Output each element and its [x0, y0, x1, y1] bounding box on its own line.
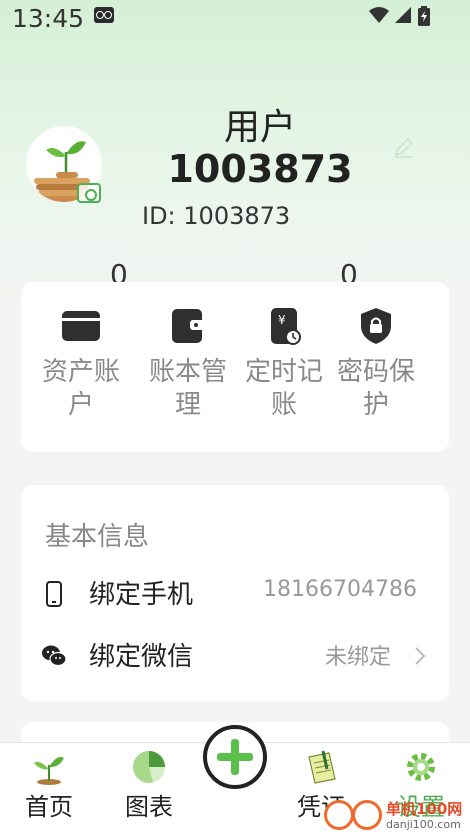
tab-charts[interactable]: 图表: [102, 743, 196, 836]
action-scheduled-bookkeeping[interactable]: ¥ 定时记账: [236, 300, 332, 422]
username-label: 用户: [223, 107, 296, 148]
watermark-url: danji100.com: [386, 818, 461, 831]
shield-lock-icon: [361, 308, 391, 344]
wechat-binding-status: 未绑定: [324, 645, 391, 670]
status-icons: [368, 6, 436, 26]
sprout-icon: [34, 757, 64, 785]
action-label: 定时记账: [244, 357, 323, 420]
status-bar: 13:45: [0, 0, 470, 36]
gear-icon: [407, 753, 435, 781]
card-icon: [62, 311, 100, 341]
change-avatar-camera-icon[interactable]: [77, 183, 101, 203]
tab-label: 首页: [25, 793, 73, 821]
add-record-button[interactable]: [203, 725, 267, 789]
watermark-name: 单机100网: [386, 800, 463, 818]
action-password-protection[interactable]: 密码保护: [328, 300, 424, 422]
bind-phone-row[interactable]: 绑定手机 18166704786: [21, 568, 449, 618]
tab-home[interactable]: 首页: [2, 743, 96, 836]
phone-number-value: 18166704786: [263, 577, 417, 602]
chevron-right-icon: [415, 647, 426, 665]
status-time: 13:45: [12, 4, 85, 33]
watermark-circle-icon: [352, 800, 382, 830]
row-label: 绑定微信: [89, 642, 194, 672]
phone-icon: [46, 581, 62, 607]
watermark-logo: 单机100网 danji100.com: [322, 798, 468, 834]
edit-profile-icon[interactable]: [393, 136, 415, 158]
action-label: 资产账户: [41, 357, 120, 420]
tab-label: 图表: [125, 793, 173, 821]
pie-chart-icon: [133, 751, 165, 783]
notification-badge-icon: [94, 7, 114, 23]
watermark-plus-icon: [324, 800, 354, 830]
action-label: 账本管理: [148, 357, 227, 420]
username: 1003873: [167, 147, 353, 191]
action-label: 密码保护: [336, 357, 415, 420]
signal-icon: [395, 7, 411, 23]
battery-icon: [418, 6, 430, 26]
svg-text:¥: ¥: [278, 313, 286, 327]
action-asset-accounts[interactable]: 资产账户: [33, 300, 129, 422]
notepad-icon: [308, 750, 336, 784]
user-id: ID: 1003873: [142, 202, 291, 230]
row-label: 绑定手机: [89, 580, 194, 610]
wifi-icon: [369, 7, 389, 23]
section-title: 基本信息: [45, 522, 150, 552]
bind-wechat-row[interactable]: 绑定微信 未绑定: [21, 630, 449, 680]
action-ledger-management[interactable]: 账本管理: [140, 300, 236, 422]
scheduled-bill-icon: ¥: [271, 308, 301, 345]
wechat-icon: [42, 645, 67, 667]
wallet-icon: [172, 309, 204, 343]
quick-actions-card: 资产账户 账本管理 ¥ 定时记账 密码保护: [21, 282, 449, 452]
plus-icon: [217, 739, 253, 775]
